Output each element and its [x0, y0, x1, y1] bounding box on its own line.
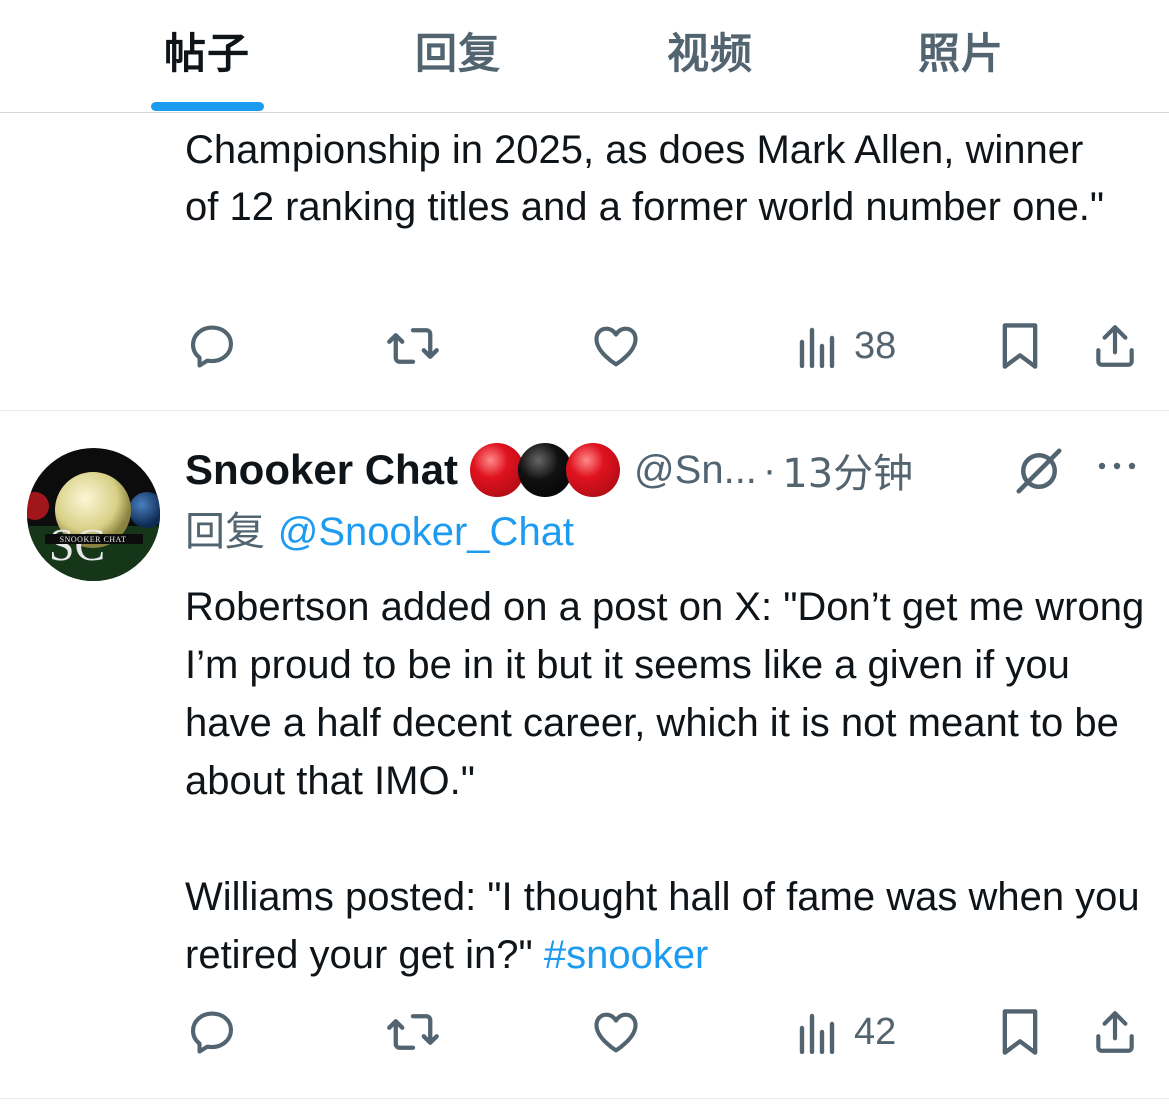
avatar-caption: SNOOKER CHAT [60, 535, 127, 544]
previous-post-actions: 38 [0, 316, 1169, 376]
analytics-icon [799, 327, 835, 368]
post-actions: 42 [0, 1002, 1169, 1062]
bookmark-button[interactable] [996, 316, 1044, 376]
heart-icon [594, 326, 638, 367]
like-button[interactable] [590, 316, 642, 376]
share-button[interactable] [1090, 1002, 1140, 1062]
avatar-monogram: SC [49, 519, 105, 570]
post-header: Snooker Chat @Sn... · 13分钟 [185, 440, 913, 500]
snooker-chat-avatar-image: SC SNOOKER CHAT [27, 448, 160, 581]
reply-mention-link[interactable]: @Snooker_Chat [278, 510, 574, 554]
post-paragraph: Robertson added on a post on X: "Don’t g… [185, 585, 1145, 803]
bookmark-icon [1002, 323, 1038, 369]
views-button[interactable]: 38 [796, 316, 896, 376]
replying-to: 回复 @Snooker_Chat [185, 504, 574, 560]
repost-icon [387, 1014, 439, 1050]
tab-photos[interactable]: 照片 [918, 20, 1004, 81]
share-button[interactable] [1090, 316, 1140, 376]
grok-icon [1016, 448, 1062, 494]
red-ball-icon [470, 443, 525, 497]
share-icon [1096, 1011, 1134, 1053]
profile-tabs: 帖子 回复 视频 照片 [0, 0, 1169, 112]
reply-icon [190, 1011, 234, 1054]
hashtag-link[interactable]: #snooker [544, 933, 709, 977]
post-paragraph: Williams posted: "I thought hall of fame… [185, 868, 1145, 984]
post-divider [0, 410, 1169, 411]
reply-prefix: 回复 [185, 509, 265, 555]
author-name[interactable]: Snooker Chat [185, 446, 458, 494]
red-ball-icon [566, 443, 621, 497]
author-handle[interactable]: @Sn... [634, 448, 757, 493]
avatar[interactable]: SC SNOOKER CHAT [27, 448, 160, 581]
analytics-icon [799, 1013, 835, 1054]
bookmark-icon [1002, 1009, 1038, 1055]
heart-icon [594, 1012, 638, 1053]
views-count: 42 [854, 1010, 897, 1053]
reply-button[interactable] [186, 316, 238, 376]
tab-posts[interactable]: 帖子 [164, 20, 250, 81]
tabs-divider [0, 112, 1169, 113]
post-timestamp[interactable]: 13分钟 [782, 441, 913, 499]
repost-button[interactable] [385, 1002, 441, 1062]
tab-replies[interactable]: 回复 [415, 20, 501, 81]
previous-post-text: Championship in 2025, as does Mark Allen… [185, 128, 1105, 229]
repost-button[interactable] [385, 316, 441, 376]
reply-button[interactable] [186, 1002, 238, 1062]
repost-icon [387, 328, 439, 364]
author-emoji [470, 443, 621, 497]
separator-dot: · [762, 447, 777, 492]
bookmark-button[interactable] [996, 1002, 1044, 1062]
black-ball-icon [518, 443, 573, 497]
like-button[interactable] [590, 1002, 642, 1062]
post-divider [0, 1098, 1169, 1099]
grok-button[interactable] [1012, 444, 1066, 503]
active-tab-indicator [151, 102, 264, 111]
more-options-button[interactable] [1096, 456, 1140, 481]
views-button[interactable]: 42 [796, 1002, 896, 1062]
post-body: Robertson added on a post on X: "Don’t g… [185, 578, 1145, 984]
share-icon [1096, 325, 1134, 367]
views-count: 38 [854, 324, 897, 367]
more-icon [1098, 462, 1136, 470]
reply-icon [190, 325, 234, 368]
tab-videos[interactable]: 视频 [667, 20, 753, 81]
